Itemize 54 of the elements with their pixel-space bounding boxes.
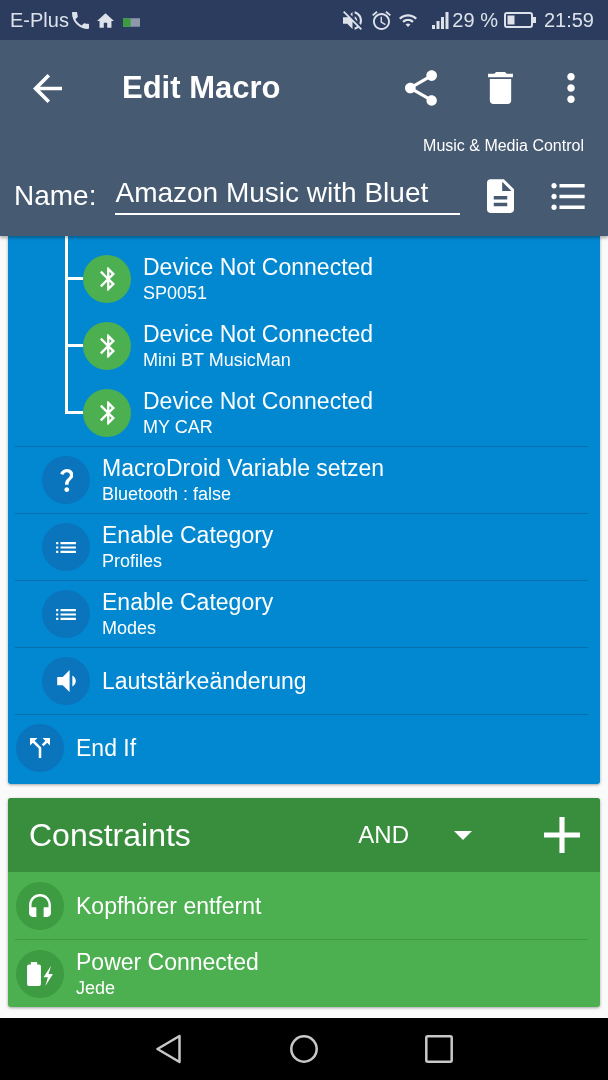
document-icon[interactable] — [487, 179, 515, 213]
bulleted-list-icon[interactable] — [551, 182, 586, 210]
action-detail: Profiles — [102, 550, 164, 573]
circle-home-icon[interactable] — [290, 1035, 318, 1063]
bluetooth-icon — [83, 254, 131, 303]
battery-charging-icon — [16, 949, 64, 998]
section-title: Constraints — [29, 816, 191, 855]
share-icon[interactable] — [405, 70, 437, 106]
bluetooth-icon — [83, 321, 131, 370]
list-icon — [42, 523, 90, 571]
speaker-icon — [42, 657, 90, 705]
trash-icon[interactable] — [488, 72, 513, 104]
action-detail: MY CAR — [143, 415, 214, 439]
data-signal-icon — [122, 17, 140, 27]
action-detail: Modes — [102, 617, 158, 640]
constraint-detail: Jede — [76, 976, 117, 1000]
action-title: Lautstärkeänderung — [102, 667, 307, 695]
add-icon[interactable] — [544, 817, 580, 853]
battery-percent: 29 % — [452, 8, 498, 33]
list-icon — [42, 590, 90, 638]
action-title: Enable Category — [102, 588, 274, 616]
name-field[interactable]: Amazon Music with Bluet — [115, 177, 461, 215]
square-recents-icon[interactable] — [425, 1035, 453, 1063]
action-detail: Bluetooth : false — [102, 483, 233, 506]
alarm-clock-icon — [372, 10, 392, 30]
signal-icon — [432, 11, 450, 29]
headphones-icon — [16, 881, 64, 930]
action-title: Device Not Connected — [143, 319, 374, 348]
action-title: Enable Category — [102, 521, 274, 549]
constraint-title: Power Connected — [76, 947, 259, 976]
category-label: Music & Media Control — [423, 136, 584, 156]
triangle-back-icon[interactable] — [156, 1034, 181, 1064]
name-label: Name: — [14, 179, 97, 213]
action-detail: Mini BT MusicMan — [143, 348, 292, 372]
bluetooth-icon — [83, 388, 131, 437]
battery-icon — [503, 12, 536, 28]
action-detail: SP0051 — [143, 281, 209, 305]
more-options-icon[interactable] — [567, 73, 575, 103]
phone-icon — [71, 11, 89, 29]
screen-title: Edit Macro — [122, 68, 281, 107]
action-title: MacroDroid Variable setzen — [102, 454, 385, 482]
mute-icon — [343, 10, 363, 30]
constraint-title: Kopfhörer entfernt — [76, 891, 262, 920]
carrier-name: E-Plus — [10, 8, 69, 33]
caret-icon — [454, 830, 472, 840]
logic-dropdown[interactable]: AND — [358, 817, 472, 853]
action-title: End If — [76, 734, 137, 762]
question-mark-icon — [42, 456, 90, 504]
action-title: Device Not Connected — [143, 386, 374, 415]
clock-time: 21:59 — [543, 8, 594, 33]
back-arrow-icon[interactable] — [33, 73, 62, 103]
home-icon — [96, 12, 114, 28]
wifi-icon — [399, 13, 418, 27]
action-title: Device Not Connected — [143, 252, 374, 281]
